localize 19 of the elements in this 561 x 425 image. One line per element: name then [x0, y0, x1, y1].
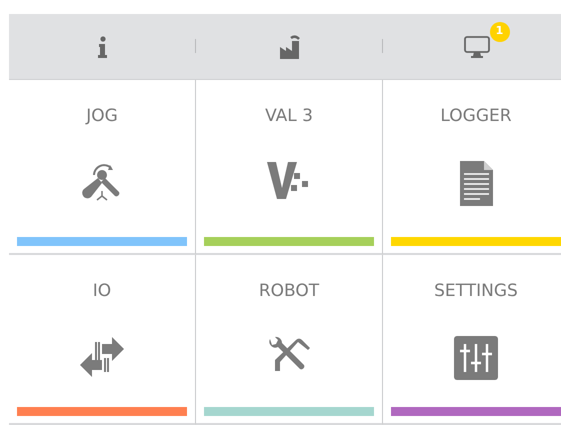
factory-icon — [278, 34, 300, 58]
menu-tile[interactable]: JOG — [9, 80, 196, 255]
info-icon — [98, 36, 108, 58]
info-button[interactable] — [96, 34, 110, 60]
tile-label: ROBOT — [258, 280, 320, 302]
menu-tile[interactable]: VAL 3 — [196, 80, 383, 255]
tile-label: LOGGER — [440, 105, 512, 127]
tile-label: SETTINGS — [434, 280, 518, 302]
sliders-icon — [454, 336, 498, 380]
monitor-icon — [464, 36, 490, 58]
document-icon — [458, 161, 494, 207]
tile-label: VAL 3 — [265, 105, 313, 127]
monitor-button[interactable] — [462, 34, 492, 60]
menu-tile[interactable]: IO — [9, 255, 196, 425]
notification-badge: 1 — [490, 22, 510, 42]
exchange-arrows-icon — [79, 336, 125, 378]
menu-tile[interactable]: ROBOT — [196, 255, 383, 425]
tile-label: JOG — [86, 105, 118, 127]
tile-label: IO — [92, 280, 112, 302]
